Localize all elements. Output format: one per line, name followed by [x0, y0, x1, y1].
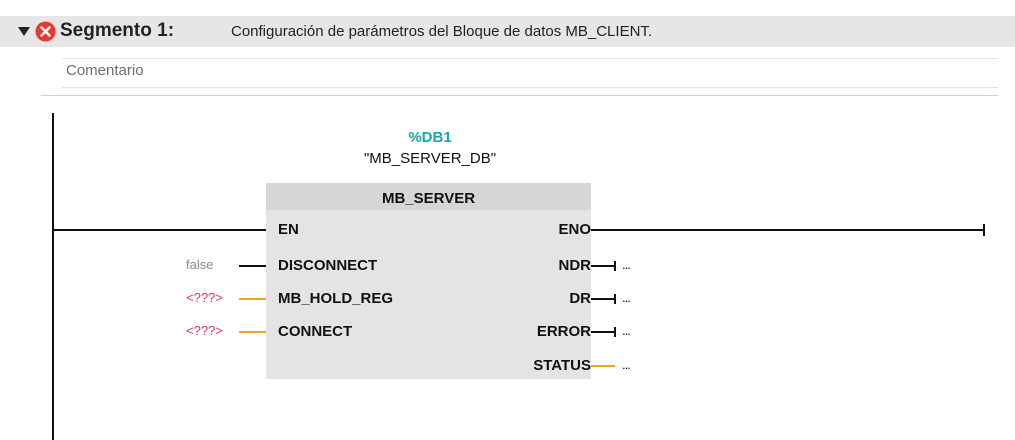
en-wire [54, 229, 266, 231]
ndr-wire [591, 265, 615, 267]
comment-placeholder: Comentario [66, 62, 144, 79]
mb-hold-reg-wire [239, 298, 266, 300]
collapse-caret-icon[interactable] [18, 27, 30, 36]
input-pin-connect: CONNECT [278, 323, 353, 340]
dr-wire-end [614, 294, 616, 304]
output-pin-status: STATUS [533, 357, 591, 374]
segment-divider [41, 95, 998, 96]
output-pin-error: ERROR [536, 323, 591, 340]
error-icon [35, 21, 56, 42]
ndr-wire-end [614, 261, 616, 271]
status-wire [591, 365, 615, 367]
segment-comment-field[interactable]: Comentario [62, 58, 998, 88]
segment-description[interactable]: Configuración de parámetros del Bloque d… [231, 23, 652, 40]
dr-wire [591, 298, 615, 300]
function-block[interactable]: MB_SERVER [266, 183, 591, 379]
param-status-value[interactable]: ... [622, 357, 631, 372]
disconnect-wire [239, 265, 266, 267]
segment-title: Segmento 1: [60, 20, 175, 41]
param-disconnect-value[interactable]: false [186, 257, 213, 272]
param-ndr-value[interactable]: ... [622, 257, 631, 272]
param-connect-value[interactable]: <???> [186, 323, 223, 338]
eno-wire [591, 229, 983, 231]
instance-db-name[interactable]: "MB_SERVER_DB" [340, 150, 520, 167]
param-mb-hold-reg-value[interactable]: <???> [186, 290, 223, 305]
output-pin-ndr: NDR [558, 257, 592, 274]
instance-db-address[interactable]: %DB1 [400, 129, 460, 146]
input-pin-disconnect: DISCONNECT [278, 257, 378, 274]
input-pin-mb-hold-reg: MB_HOLD_REG [278, 290, 394, 307]
segment-header[interactable]: Segmento 1: Configuración de parámetros … [0, 16, 1015, 47]
output-pin-dr: DR [569, 290, 591, 307]
input-pin-en: EN [278, 221, 299, 238]
error-wire [591, 331, 615, 333]
left-power-rail [52, 113, 54, 440]
right-power-rail [983, 224, 985, 236]
error-wire-end [614, 327, 616, 337]
output-pin-eno: ENO [558, 221, 591, 238]
param-dr-value[interactable]: ... [622, 290, 631, 305]
param-error-value[interactable]: ... [622, 323, 631, 338]
function-block-type: MB_SERVER [266, 183, 591, 210]
connect-wire [239, 331, 266, 333]
